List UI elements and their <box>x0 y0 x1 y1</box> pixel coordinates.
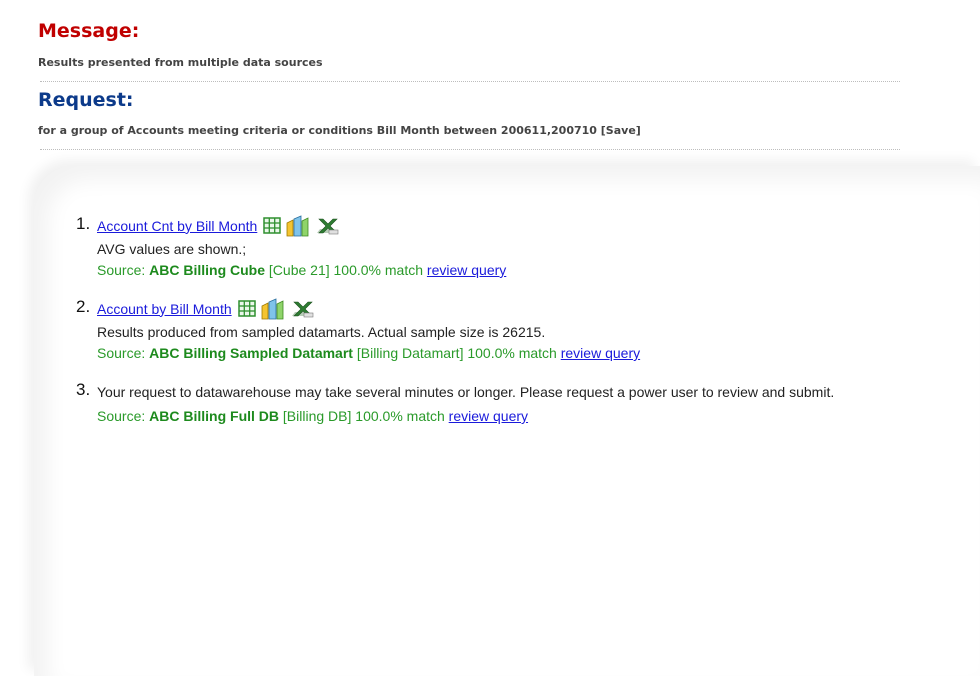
message-heading: Message: <box>38 20 140 42</box>
source-label: Source: <box>97 345 146 361</box>
results-list: 1. Account Cnt by Bill Month AVG values … <box>76 212 956 441</box>
result-number: 1. <box>76 214 91 233</box>
excel-export-icon[interactable] <box>315 217 339 235</box>
source-detail: [Cube 21] 100.0% match <box>268 262 424 278</box>
source-name: ABC Billing Cube <box>149 262 266 278</box>
excel-export-icon[interactable] <box>290 300 314 318</box>
request-heading: Request: <box>38 89 134 111</box>
grid-table-icon[interactable] <box>237 300 256 317</box>
result-item-1: 1. Account Cnt by Bill Month AVG values … <box>76 212 956 281</box>
source-name: ABC Billing Sampled Datamart <box>149 345 353 361</box>
request-text: for a group of Accounts meeting criteria… <box>38 124 641 137</box>
review-query-link[interactable]: review query <box>449 408 528 424</box>
result-source: Source: ABC Billing Full DB [Billing DB]… <box>97 406 956 427</box>
result-number: 3. <box>76 380 91 399</box>
result-actions <box>263 214 339 237</box>
divider <box>40 81 900 82</box>
result-item-3: 3. Your request to datawarehouse may tak… <box>76 378 956 427</box>
result-title-link[interactable]: Account by Bill Month <box>97 301 232 317</box>
result-note: Your request to datawarehouse may take s… <box>97 384 835 400</box>
result-source: Source: ABC Billing Sampled Datamart [Bi… <box>97 343 956 364</box>
divider <box>40 149 900 150</box>
result-source: Source: ABC Billing Cube [Cube 21] 100.0… <box>97 260 956 281</box>
source-detail: [Billing Datamart] 100.0% match <box>356 345 557 361</box>
bar-chart-icon[interactable] <box>261 297 285 320</box>
source-detail: [Billing DB] 100.0% match <box>282 408 445 424</box>
result-actions <box>237 297 314 320</box>
source-name: ABC Billing Full DB <box>149 408 280 424</box>
bar-chart-icon[interactable] <box>286 214 310 237</box>
message-text: Results presented from multiple data sou… <box>38 56 323 69</box>
source-label: Source: <box>97 262 146 278</box>
result-title-link[interactable]: Account Cnt by Bill Month <box>97 218 257 234</box>
result-item-2: 2. Account by Bill Month Results produce… <box>76 295 956 364</box>
result-note: Results produced from sampled datamarts.… <box>97 324 546 340</box>
source-label: Source: <box>97 408 146 424</box>
result-number: 2. <box>76 297 91 316</box>
grid-table-icon[interactable] <box>263 217 282 234</box>
review-query-link[interactable]: review query <box>561 345 640 361</box>
result-note: AVG values are shown.; <box>97 241 247 257</box>
review-query-link[interactable]: review query <box>427 262 506 278</box>
